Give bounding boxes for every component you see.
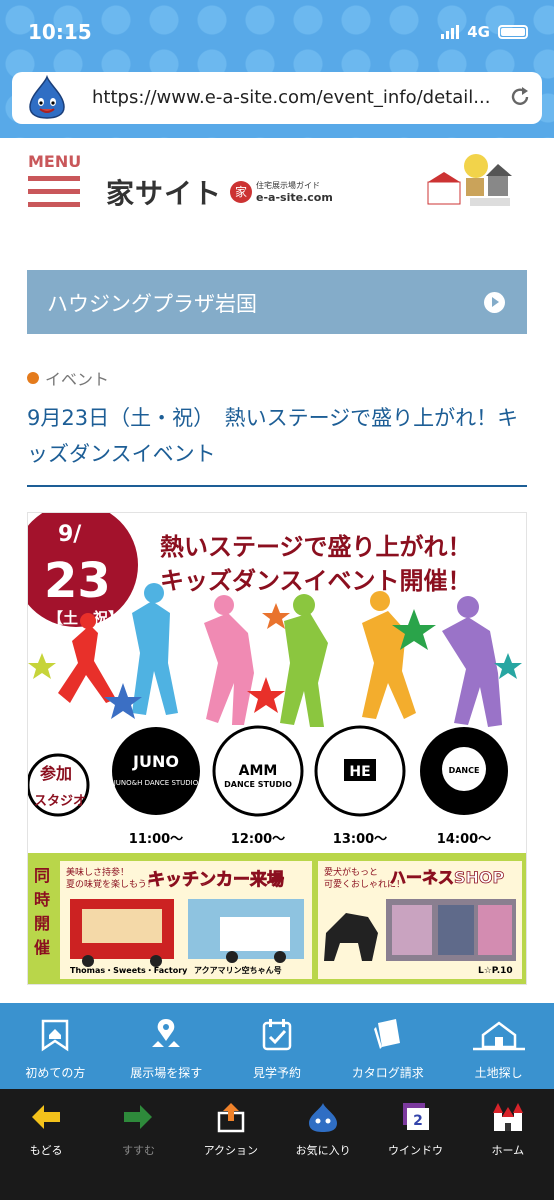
calendar-check-icon [262, 1019, 292, 1051]
nav-first-visit[interactable]: 初めての方 [0, 1003, 111, 1089]
toolbar-label: アクション [203, 1144, 259, 1157]
harness-place: L☆P.10 [478, 966, 513, 976]
studio-4: DANCE 14:00～ [420, 727, 508, 847]
slime-favorite-icon [309, 1103, 338, 1132]
studio-4-time: 14:00～ [437, 832, 491, 847]
nav-label: 見学予約 [252, 1066, 301, 1080]
window-count: 2 [414, 1113, 424, 1129]
battery-icon [498, 25, 528, 39]
category-label: イベント [45, 370, 110, 389]
toolbar-label: もどる [29, 1144, 63, 1157]
land-house-icon [472, 1021, 525, 1051]
date-day: 23 [44, 553, 111, 609]
article-title: 9月23日（土・祝） 熱いステージで盛り上がれ！キッズダンスイベント [27, 406, 519, 466]
studio-1-time: 11:00～ [129, 832, 183, 847]
category-dot-icon [27, 372, 39, 384]
site-footer-nav: 初めての方 展示場を探す 見学予約 カタログ請求 土地探し [0, 1003, 554, 1089]
arrow-right-icon [124, 1105, 153, 1129]
status-bar: 10:15 4G [0, 20, 554, 50]
url-text[interactable]: https://www.e-a-site.com/event_info/deta… [92, 87, 502, 108]
toolbar-favorites[interactable]: お気に入り [277, 1089, 369, 1200]
site-logo[interactable]: 家サイト 家 住宅展示場ガイド e-a-site.com [106, 172, 333, 212]
mascot-illustration [427, 154, 512, 206]
studio-1-name: JUNO [132, 752, 179, 771]
url-bar[interactable]: https://www.e-a-site.com/event_info/deta… [12, 72, 542, 124]
studio-2-name: AMM [239, 763, 278, 779]
kitchen-title: キッチンカー来場 [148, 869, 284, 890]
menu-icon[interactable] [28, 176, 80, 208]
toolbar-window[interactable]: 2 ウインドウ [369, 1089, 461, 1200]
logo-text: 家サイト [106, 177, 223, 210]
location-banner[interactable]: ハウジングプラザ岩国 [27, 270, 527, 334]
nav-find-showroom[interactable]: 展示場を探す [111, 1003, 222, 1089]
reload-icon[interactable] [508, 85, 532, 109]
toolbar-forward[interactable]: すすむ [92, 1089, 184, 1200]
harness-note-1: 愛犬がもっと [324, 866, 378, 878]
browser-chrome: 10:15 4G https://www.e-a-site.com/event_… [0, 0, 554, 138]
nav-label: 土地探し [474, 1066, 523, 1080]
event-poster: 9/ 23 【土・祝】 熱いステージで盛り上がれ！ キッズダンスイベント開催！ [27, 512, 527, 985]
signal-icon [441, 25, 460, 39]
network-type: 4G [467, 23, 490, 41]
category-tag: イベント [27, 366, 109, 390]
title-divider [27, 485, 527, 487]
castle-icon [492, 1103, 523, 1131]
kitchen-note-2: 夏の味覚を楽しもう！ [66, 878, 156, 890]
toolbar-home[interactable]: ホーム [462, 1089, 554, 1200]
nav-land-search[interactable]: 土地探し [443, 1003, 554, 1089]
logo-domain: e-a-site.com [256, 191, 333, 204]
date-month: 9/ [58, 522, 82, 547]
map-pin-icon [152, 1019, 181, 1047]
status-indicators: 4G [441, 23, 528, 41]
toolbar-action[interactable]: アクション [185, 1089, 277, 1200]
studio-3-time: 13:00～ [333, 832, 387, 847]
nav-label: 展示場を探す [130, 1066, 203, 1080]
studio-amm: AMM DANCE STUDIO 12:00～ [212, 725, 304, 847]
toolbar-label: お気に入り [295, 1144, 351, 1157]
studio-label-2: スタジオ [34, 794, 86, 809]
nav-catalog-request[interactable]: カタログ請求 [332, 1003, 443, 1089]
menu-label[interactable]: MENU [28, 152, 81, 171]
toolbar-back[interactable]: もどる [0, 1089, 92, 1200]
status-time: 10:15 [28, 20, 92, 44]
kitchen-car-1: Thomas・Sweets・Factory [70, 966, 188, 975]
slime-icon[interactable] [26, 75, 68, 119]
studio-1-sub: JUNO&H DANCE STUDIO [113, 779, 199, 787]
arrow-left-icon [32, 1105, 61, 1129]
window-icon: 2 [403, 1103, 430, 1130]
kitchen-note-1: 美味しさ持参！ [66, 866, 129, 878]
logo-badge: 家 [230, 181, 253, 203]
share-icon [217, 1103, 245, 1133]
nav-label: 初めての方 [25, 1066, 86, 1080]
banner-label: ハウジングプラザ岩国 [47, 292, 257, 316]
studio-label-1: 参加 [40, 764, 72, 783]
studio-2-sub: DANCE STUDIO [224, 780, 292, 789]
house-bookmark-icon [42, 1019, 69, 1052]
arrow-right-icon [484, 292, 505, 313]
studio-3-name: HE [349, 764, 370, 780]
catalog-icon [373, 1019, 400, 1049]
kitchen-car-2: アクアマリン空ちゃん号 [194, 965, 282, 975]
nav-label: カタログ請求 [351, 1066, 424, 1080]
browser-toolbar: もどる すすむ アクション お気に入り 2 ウインドウ ホーム [0, 1089, 554, 1200]
poster-headline-1: 熱いステージで盛り上がれ！ [160, 533, 472, 561]
logo-tagline: 住宅展示場ガイド [256, 181, 321, 190]
toolbar-label: すすむ [121, 1144, 155, 1157]
toolbar-label: ホーム [491, 1144, 525, 1157]
poster-headline-2: キッズダンスイベント開催！ [160, 567, 472, 595]
studio-2-time: 12:00～ [231, 832, 285, 847]
studio-4-sub: DANCE [449, 766, 480, 775]
studio-he: HE 13:00～ [314, 725, 406, 847]
toolbar-label: ウインドウ [387, 1144, 443, 1157]
harness-title: ハーネスSHOP [390, 868, 505, 887]
nav-visit-reservation[interactable]: 見学予約 [222, 1003, 333, 1089]
studio-juno: JUNO JUNO&H DANCE STUDIO 11:00～ [112, 727, 200, 847]
